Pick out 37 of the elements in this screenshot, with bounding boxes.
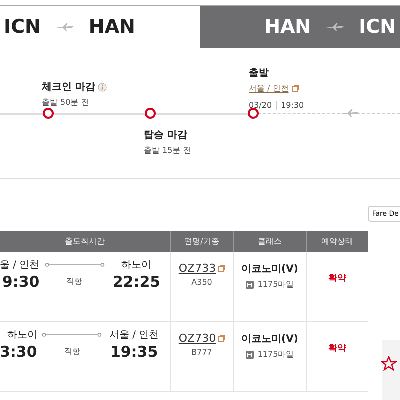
column-header: 출도착시간 — [0, 231, 170, 252]
departure-date: 03/20 — [249, 101, 272, 110]
flight-number-link[interactable]: OZ733 — [178, 262, 226, 275]
column-header: 클래스 — [233, 231, 306, 252]
booking-status: 확약 — [328, 343, 346, 355]
arrival-city: 서울 / 인천 — [109, 329, 160, 342]
city-link[interactable]: 서울 / 인천 — [249, 83, 304, 94]
column-header: 편명/기종 — [170, 231, 233, 252]
timeline-title: 탑승 마감 — [144, 129, 188, 142]
flight-number-link[interactable]: OZ730 — [178, 332, 226, 345]
departure-city: 하노이 — [7, 329, 38, 342]
departure-city: 울 / 인천 — [0, 259, 40, 272]
timeline-title: 체크인 마감 — [42, 80, 108, 94]
departure-time: 9:30 — [2, 273, 40, 291]
arrival-time: 22:25 — [112, 273, 161, 291]
airport-code: HAN — [88, 16, 136, 38]
departure-time: 3:30 — [0, 343, 38, 361]
mileage: 1175마일 — [258, 279, 294, 290]
departure-time: 19:30 — [276, 101, 304, 110]
airport-code: ICN — [4, 16, 41, 38]
column-header: 예약상태 — [306, 231, 368, 252]
arrival-time: 19:35 — [110, 343, 158, 361]
flight-type: 직항 — [66, 276, 83, 287]
timeline-title: 출발 — [249, 67, 270, 80]
timeline-subtitle: 출발 15분 전 — [144, 145, 192, 156]
aircraft-type: A350 — [192, 278, 212, 287]
timeline-subtitle: 출발 50분 전 — [42, 97, 90, 108]
airport-code: HAN — [264, 16, 312, 38]
aircraft-type: B777 — [192, 348, 212, 357]
cabin-class: 이코노미(V) — [242, 333, 298, 346]
arrival-city: 하노이 — [122, 259, 152, 272]
flight-type: 직항 — [64, 346, 80, 357]
booking-status: 확약 — [328, 273, 346, 285]
airport-code: ICN — [359, 16, 396, 38]
mileage: 1175마일 — [258, 349, 294, 360]
route-tab[interactable]: HAN ICN — [200, 6, 400, 48]
cabin-class: 이코노미(V) — [242, 263, 298, 276]
